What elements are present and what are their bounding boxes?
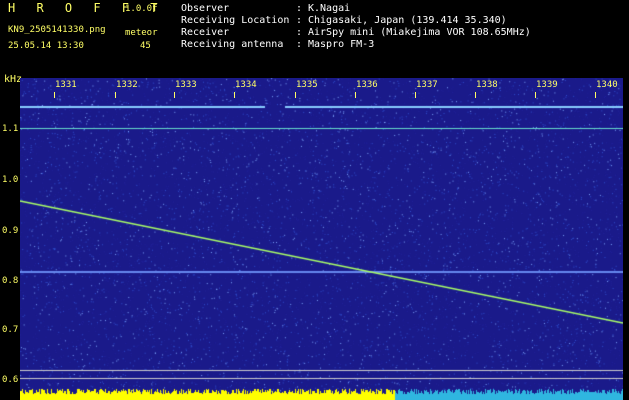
y-tick-label: 0.6 <box>2 375 19 385</box>
info-value: K.Nagai <box>308 3 351 14</box>
date-time: 25.05.14 13:30 <box>8 41 84 51</box>
x-axis: 1331 1332 1333 1334 1335 1336 1337 1338 … <box>20 80 623 100</box>
x-tick-label: 1332 <box>116 80 138 90</box>
x-tick-label: 1340 <box>596 80 618 90</box>
spectrogram-plot <box>20 78 623 400</box>
x-tick-mark <box>355 92 356 98</box>
info-antenna: Receiving antenna: Maspro FM-3 <box>181 39 375 50</box>
x-tick-mark <box>115 92 116 98</box>
info-observer: Observer: K.Nagai <box>181 3 351 14</box>
y-tick-label: 1.1 <box>2 124 19 134</box>
x-tick-label: 1337 <box>416 80 438 90</box>
info-value: Maspro FM-3 <box>308 39 375 50</box>
info-location: Receiving Location: Chigasaki, Japan (139… <box>181 15 507 26</box>
x-tick-mark <box>234 92 235 98</box>
info-key: Receiving antenna <box>181 39 284 50</box>
x-tick-label: 1335 <box>296 80 318 90</box>
x-tick-label: 1334 <box>235 80 257 90</box>
x-tick-mark <box>595 92 596 98</box>
x-tick-label: 1339 <box>536 80 558 90</box>
x-tick-label: 1338 <box>476 80 498 90</box>
x-tick-label: 1333 <box>175 80 197 90</box>
x-tick-mark <box>295 92 296 98</box>
x-tick-mark <box>535 92 536 98</box>
info-value: AirSpy mini (Miakejima VOR 108.65MHz) <box>308 27 531 38</box>
meteor-count: 45 <box>140 41 151 51</box>
info-key: Receiving Location <box>181 15 290 26</box>
y-tick-label: 0.8 <box>2 276 19 286</box>
x-tick-mark <box>54 92 55 98</box>
meteor-label: meteor <box>125 28 158 38</box>
x-tick-mark <box>174 92 175 98</box>
x-tick-mark <box>475 92 476 98</box>
file-name: KN9_2505141330.png <box>8 25 106 35</box>
x-tick-label: 1336 <box>356 80 378 90</box>
y-tick-label: 0.7 <box>2 325 19 335</box>
y-tick-label: 0.9 <box>2 226 19 236</box>
info-key: Receiver <box>181 27 230 38</box>
info-receiver: Receiver: AirSpy mini (Miakejima VOR 108.… <box>181 27 531 38</box>
spectrogram-canvas <box>20 78 623 400</box>
version-label: 1.0.0f <box>125 4 158 14</box>
info-value: Chigasaki, Japan (139.414 35.340) <box>308 15 507 26</box>
info-key: Observer <box>181 3 230 14</box>
x-tick-label: 1331 <box>55 80 77 90</box>
y-tick-label: 1.0 <box>2 175 19 185</box>
x-tick-mark <box>415 92 416 98</box>
